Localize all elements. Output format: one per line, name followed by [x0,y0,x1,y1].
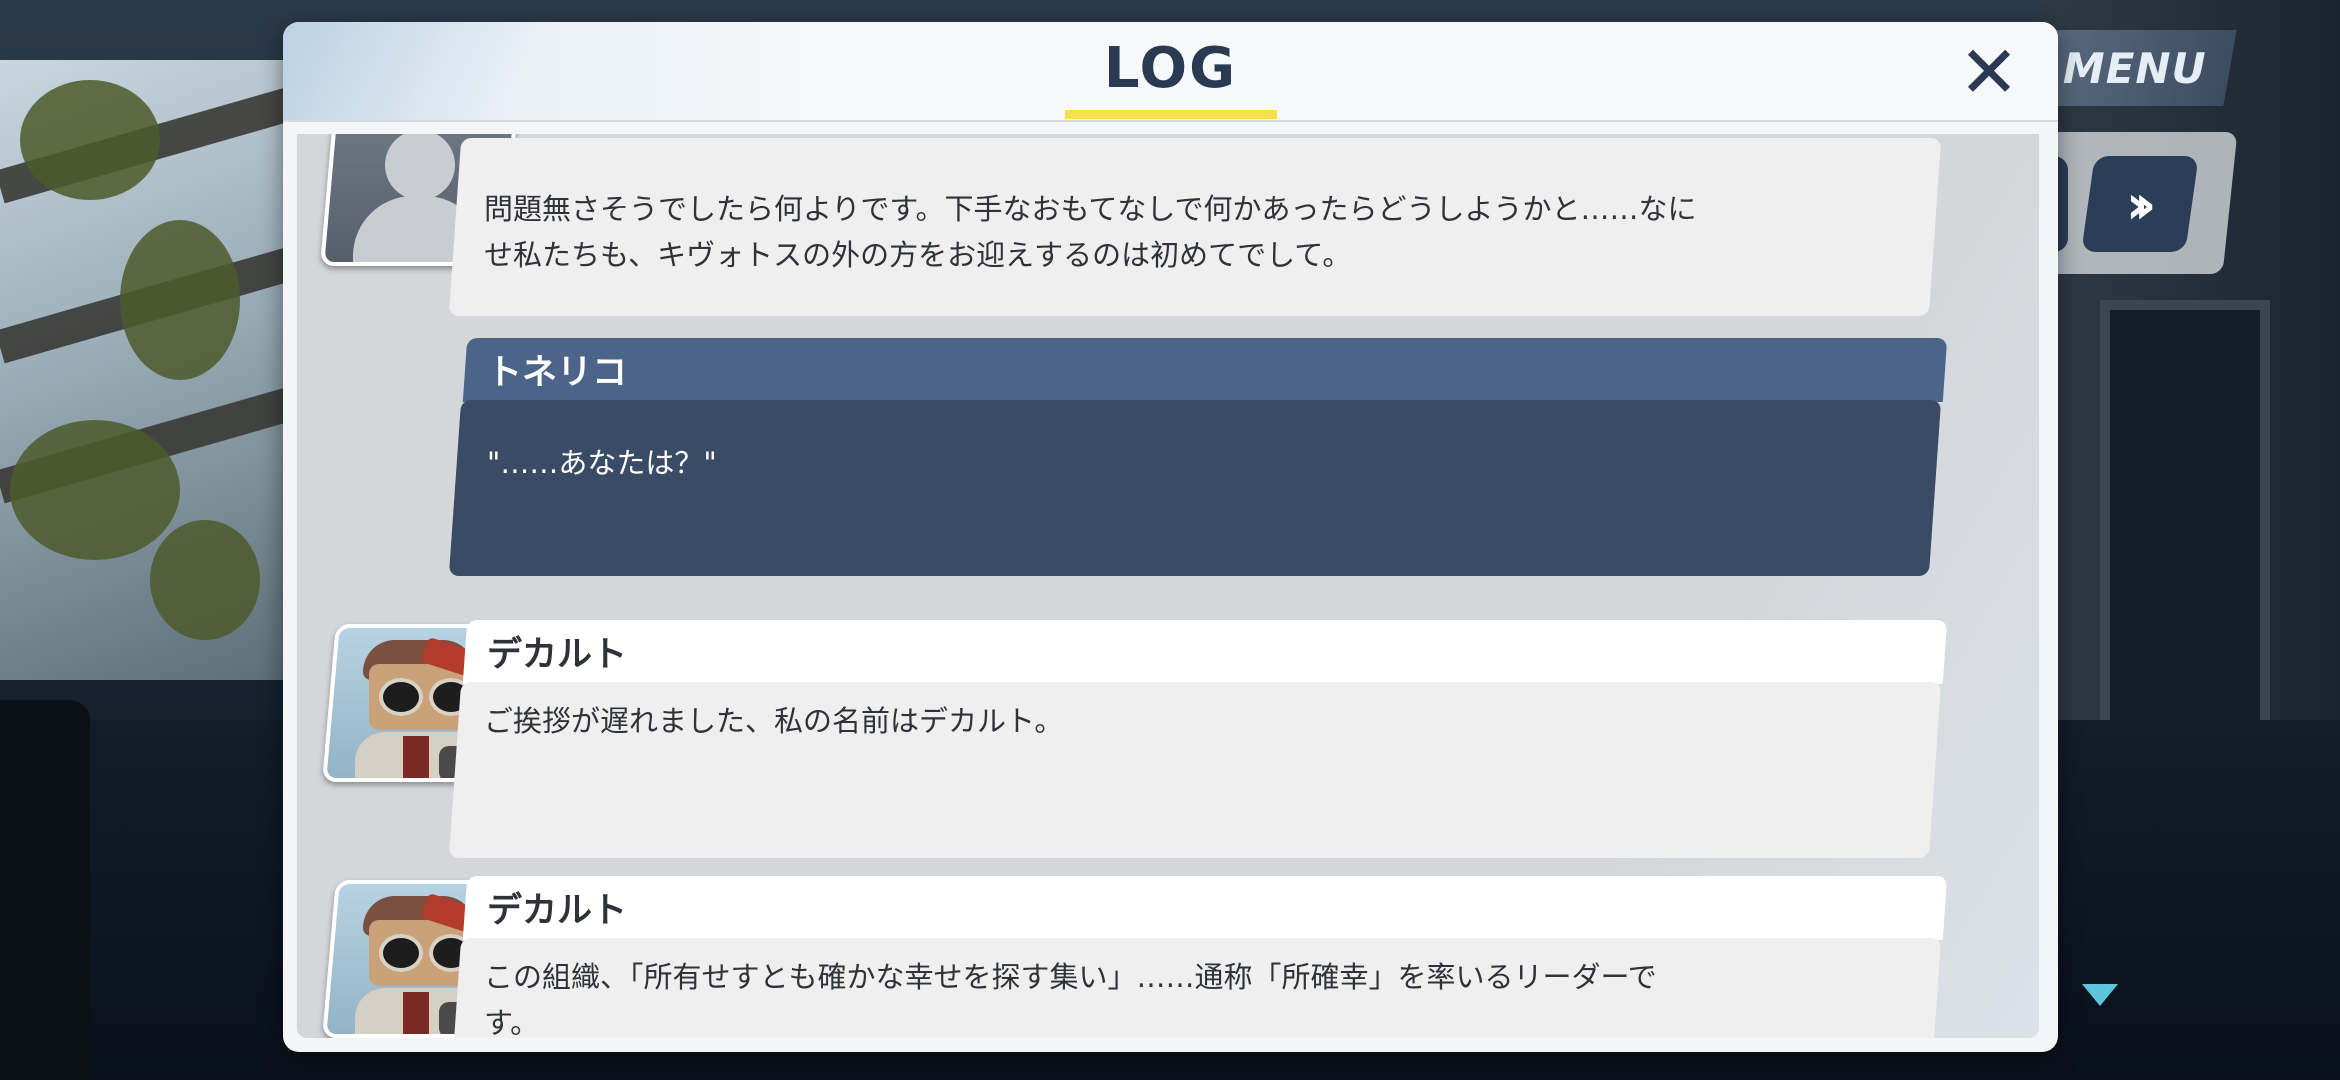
log-list[interactable]: 問題無さそうでしたら何よりです。下手なおもてなしで何かあったらどうしようかと……… [297,134,2039,1038]
avatar-goggle [379,934,423,972]
background-vine [120,220,240,380]
avatar-strap [403,736,429,782]
background-vine [10,420,180,560]
fast-forward-button[interactable]: ›› [2081,156,2199,252]
speaker-name: デカルト [487,635,628,675]
message-line: 問題無さそうでしたら何よりです。下手なおもてなしで何かあったらどうしようかと……… [484,192,1697,226]
message-line: この組織、「所有せすとも確かな幸せを探す集い」……通称「所確幸」を率いるリーダー… [484,960,1657,994]
message-bubble [448,400,1942,576]
bubble-pointer [1917,436,1937,472]
background-vine [20,80,160,200]
close-icon: ✕ [1958,30,2020,114]
log-title: LOG [1103,36,1238,101]
menu-button-label: MENU [2063,43,2207,93]
speaker-name-bar [462,338,1948,402]
background-shadow [0,700,90,1080]
title-underline [1065,110,1277,119]
menu-button[interactable]: MENU [2033,30,2237,106]
scroll-down-indicator-icon [2082,984,2118,1006]
speaker-name-bar [462,876,1948,940]
message-line: す。 [484,1006,540,1038]
message-line: せ私たちも、キヴォトスの外の方をお迎えするのは初めてでして。 [484,238,1352,272]
message-line: ご挨拶が遅れました、私の名前はデカルト。 [484,704,1064,738]
message-line: "……あなたは？" [487,446,717,480]
double-chevron-right-icon: ›› [2125,172,2143,236]
speaker-name-bar [462,620,1948,684]
background-vine [150,520,260,640]
log-dialog-header: LOG ✕ [283,22,2058,122]
speaker-name: トネリコ [487,353,628,393]
speaker-name: デカルト [487,891,628,931]
log-dialog: LOG ✕ 問題無さそうでしたら何よりです。下手なおもてなしで何かあったらどうし… [283,22,2058,1052]
avatar-strap [403,992,429,1038]
silhouette-head [385,134,455,200]
close-button[interactable]: ✕ [1955,30,2023,114]
avatar-goggle [379,678,423,716]
